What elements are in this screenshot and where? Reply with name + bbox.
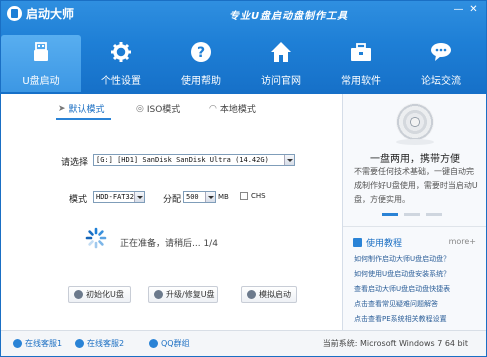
window-controls: — ✕ [451,3,481,16]
tab-label: 本地模式 [219,105,256,115]
carousel-dot[interactable] [382,213,398,216]
gear-icon [111,42,131,62]
chs-checkbox[interactable] [240,192,248,200]
footer-label: QQ群组 [161,339,190,348]
simulate-icon [247,290,256,299]
guide-title: 使用教程 [366,239,403,249]
pointer-icon: ➤ [58,103,66,114]
nav-label: 常用软件 [341,76,381,87]
broom-icon [74,290,83,299]
main-nav: U盘启动 个性设置 ? 使用帮助 访问官网 常用软件 论坛交流 [1,35,486,92]
wifi-icon: ◠ [209,103,217,114]
footer: 在线客服1 在线客服2 QQ群组 当前系统: Microsoft Windows… [1,330,486,356]
close-button[interactable]: ✕ [466,3,481,16]
nav-label: 个性设置 [101,76,141,87]
disc-icon: ◎ [136,103,144,114]
mode-value: HDD-FAT32 [96,193,134,201]
user-icon [75,339,84,348]
more-link[interactable]: more+ [449,237,476,246]
mode-select[interactable]: HDD-FAT32 [93,191,145,203]
divider [343,226,486,227]
device-select[interactable]: [G:] [HD1] SanDisk SanDisk Ultra (14.42G… [93,154,295,166]
mode-label: 模式 [69,195,88,205]
partition-select[interactable]: 500 [183,191,216,203]
promo-text: 不需要任何技术基础，一键自动完成制作好U盘使用，需要时当启动U盘，方便实用。 [354,167,478,204]
chat-icon [431,43,451,61]
loading-spinner-icon [85,227,107,249]
button-label: 模拟启动 [259,290,291,299]
guide-link[interactable]: 点击查看常见疑难问题解答 [354,297,484,312]
nav-label: 访问官网 [261,76,301,87]
active-tab-indicator [56,118,111,120]
chevron-down-icon[interactable] [205,192,215,202]
nav-label: 论坛交流 [421,76,461,87]
nav-label: 使用帮助 [181,76,221,87]
nav-help[interactable]: ? 使用帮助 [161,35,241,92]
app-logo: 启动大师 [7,4,74,22]
device-value: [G:] [HD1] SanDisk SanDisk Ultra (14.42G… [96,156,269,164]
mode-tabs: ➤ 默认模式 ◎ ISO模式 ◠ 本地模式 [1,94,341,122]
carousel-dot[interactable] [404,213,420,216]
svg-text:?: ? [197,45,205,61]
partition-unit: MB [218,193,229,201]
guide-link[interactable]: 点击查看PE系统相关教程设置 [354,312,484,327]
side-panel: 一盘两用，携带方便 不需要任何技术基础，一键自动完成制作好U盘使用，需要时当启动… [342,94,486,330]
app-slogan: 专业U盘启动盘制作工具 [229,11,349,22]
tab-label: 默认模式 [68,105,105,115]
simulate-boot-button[interactable]: 模拟启动 [241,286,297,303]
home-icon [271,42,291,62]
tab-iso-mode[interactable]: ◎ ISO模式 [136,102,181,116]
nav-website[interactable]: 访问官网 [241,35,321,92]
tab-default-mode[interactable]: ➤ 默认模式 [58,102,105,116]
disc-shadow [396,139,434,145]
promo-title: 一盘两用，携带方便 [370,154,460,165]
cd-disc-icon [396,103,434,141]
partition-label: 分配 [163,195,182,205]
upgrade-icon [154,290,163,299]
guide-link[interactable]: 如何使用U盘启动盘安装系统？ [354,267,484,282]
book-icon [353,238,362,247]
usb-icon [34,42,48,61]
help-icon: ? [191,42,211,62]
nav-usb-boot[interactable]: U盘启动 [1,35,81,92]
chevron-down-icon[interactable] [134,192,144,202]
online-service-1-link[interactable]: 在线客服1 [13,338,62,349]
logo-icon [7,5,22,21]
header: 启动大师 专业U盘启动盘制作工具 — ✕ U盘启动 个性设置 ? 使用帮助 访问… [1,1,486,94]
status-text: 正在准备，请稍后... 1/4 [120,239,218,249]
nav-label: U盘启动 [22,76,60,87]
chs-label: CHS [251,192,266,200]
guide-heading: 使用教程 [353,236,402,249]
system-info: 当前系统: Microsoft Windows 7 64 bit [322,339,468,348]
footer-label: 在线客服2 [87,339,125,348]
chevron-down-icon[interactable] [284,155,294,165]
footer-label: 在线客服1 [25,339,63,348]
nav-personalize[interactable]: 个性设置 [81,35,161,92]
button-label: 初始化U盘 [86,290,124,299]
nav-forum[interactable]: 论坛交流 [401,35,481,92]
guide-list: 如何制作启动大师U盘启动盘？ 如何使用U盘启动盘安装系统？ 查看启动大师U盘启动… [354,252,484,327]
guide-link[interactable]: 如何制作启动大师U盘启动盘？ [354,252,484,267]
briefcase-icon [351,43,371,61]
carousel-dot[interactable] [426,213,442,216]
nav-software[interactable]: 常用软件 [321,35,401,92]
init-usb-button[interactable]: 初始化U盘 [68,286,131,303]
user-icon [13,339,22,348]
online-service-2-link[interactable]: 在线客服2 [75,338,124,349]
minimize-button[interactable]: — [451,3,466,16]
guide-link[interactable]: 查看启动大师U盘启动盘快捷表 [354,282,484,297]
qq-group-link[interactable]: QQ群组 [149,338,190,349]
tab-local-mode[interactable]: ◠ 本地模式 [209,102,256,116]
app-title: 启动大师 [26,6,75,21]
device-label: 请选择 [61,158,89,168]
carousel-dots [382,213,448,216]
button-label: 升级/修复U盘 [166,290,215,299]
upgrade-repair-button[interactable]: 升级/修复U盘 [148,286,218,303]
tab-label: ISO模式 [146,105,181,115]
partition-value: 500 [186,193,199,201]
app-window: 启动大师 专业U盘启动盘制作工具 — ✕ U盘启动 个性设置 ? 使用帮助 访问… [0,0,487,357]
qq-icon [149,339,158,348]
